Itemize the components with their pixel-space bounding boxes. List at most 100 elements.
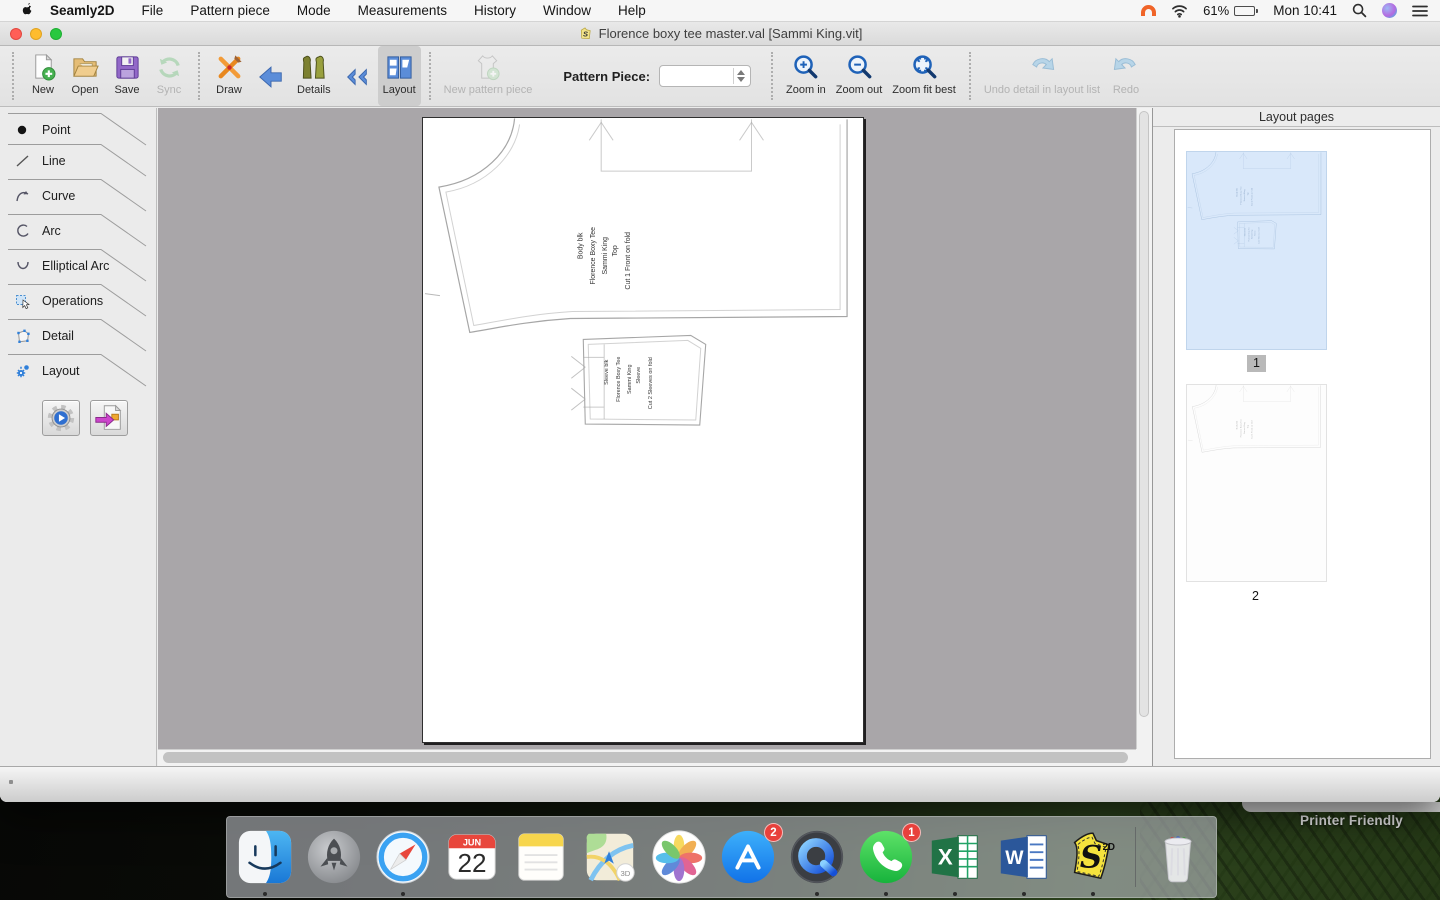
dock-finder-icon[interactable] [234, 826, 296, 888]
toolbar-separator [12, 52, 14, 100]
new-button[interactable]: New [22, 46, 64, 106]
spotlight-search-icon[interactable] [1352, 3, 1367, 18]
notification-center-icon[interactable] [1412, 4, 1428, 18]
undo-arrow-icon [1027, 51, 1056, 83]
sidebar-item-arc[interactable]: Arc [0, 213, 156, 248]
horizontal-scrollbar[interactable] [158, 749, 1136, 766]
save-button[interactable]: Save [106, 46, 148, 106]
open-button[interactable]: Open [64, 46, 106, 106]
sleeve-pattern-piece [571, 335, 705, 425]
new-pattern-piece-icon [473, 51, 502, 83]
battery-indicator[interactable]: 61% [1203, 3, 1258, 18]
combobox-stepper[interactable] [733, 68, 748, 84]
sidebar-item-line[interactable]: Line [0, 143, 156, 178]
wallpaper-gray-strip [1242, 802, 1440, 812]
menu-pattern-piece[interactable]: Pattern piece [190, 3, 270, 18]
layout-settings-button[interactable] [42, 400, 80, 436]
running-indicator [263, 892, 267, 896]
menu-mode[interactable]: Mode [297, 3, 331, 18]
export-document-icon [93, 402, 125, 434]
minimize-window-button[interactable] [30, 28, 42, 40]
svg-text:S: S [583, 29, 588, 38]
page-1-label[interactable]: 1 [1247, 355, 1266, 372]
arc-icon [14, 223, 32, 239]
svg-text:W: W [1005, 848, 1024, 869]
status-bar [0, 766, 1440, 802]
menu-bar: Seamly2D File Pattern piece Mode Measure… [0, 0, 1440, 22]
dock-calendar-icon[interactable]: JUN 22 [441, 826, 503, 888]
layout-mode-button[interactable]: Layout [378, 46, 421, 106]
zoom-out-button[interactable]: Zoom out [831, 46, 887, 106]
back-arrow-button[interactable] [250, 46, 292, 106]
dock-quicktime-icon[interactable] [786, 826, 848, 888]
zoom-in-button[interactable]: Zoom in [781, 46, 831, 106]
close-window-button[interactable] [10, 28, 22, 40]
layout-page-thumbnail-1[interactable] [1186, 151, 1327, 350]
siri-icon[interactable] [1382, 3, 1397, 18]
page-2-label[interactable]: 2 [1252, 589, 1259, 603]
details-mode-button[interactable]: Details [292, 46, 336, 106]
zoom-window-button[interactable] [50, 28, 62, 40]
sidebar-item-detail[interactable]: Detail [0, 318, 156, 353]
dock-app-store-icon[interactable]: 2 [717, 826, 779, 888]
sync-button: Sync [148, 46, 190, 106]
dock-photos-icon[interactable] [648, 826, 710, 888]
svg-text:X: X [938, 845, 953, 870]
sidebar-item-layout[interactable]: Layout [0, 353, 156, 388]
body-pattern-piece [425, 118, 847, 332]
seamly2d-window: S Florence boxy tee master.val [Sammi Ki… [0, 22, 1440, 802]
menu-window[interactable]: Window [543, 3, 591, 18]
skip-back-arrow-button[interactable] [336, 46, 378, 106]
sidebar-item-point[interactable]: Point [0, 112, 156, 147]
apple-menu[interactable] [18, 3, 32, 19]
menu-measurements[interactable]: Measurements [358, 3, 447, 18]
draw-scissors-pencil-icon [215, 51, 244, 83]
sync-icon [155, 51, 184, 83]
menu-file[interactable]: File [142, 3, 164, 18]
sidebar-item-operations[interactable]: Operations [0, 283, 156, 318]
gear-play-icon [45, 402, 77, 434]
layout-pages-header[interactable]: Layout pages [1153, 108, 1440, 127]
dock-word-icon[interactable]: W [993, 826, 1055, 888]
dock-safari-icon[interactable] [372, 826, 434, 888]
battery-icon [1234, 6, 1258, 16]
chevron-down-icon [737, 77, 745, 82]
export-layout-button[interactable] [90, 400, 128, 436]
layout-canvas[interactable] [158, 108, 1152, 766]
operations-icon [14, 293, 32, 309]
menu-history[interactable]: History [474, 3, 516, 18]
menu-help[interactable]: Help [618, 3, 646, 18]
wallpaper-text: Printer Friendly [1300, 813, 1403, 828]
zoom-fit-best-button[interactable]: Zoom fit best [887, 46, 961, 106]
dock-notes-icon[interactable] [510, 826, 572, 888]
dock-whatsapp-icon[interactable]: 1 [855, 826, 917, 888]
draw-mode-button[interactable]: Draw [208, 46, 250, 106]
vertical-scrollbar-thumb[interactable] [1139, 111, 1149, 717]
horizontal-scrollbar-thumb[interactable] [163, 752, 1128, 763]
layout-page-sheet [422, 117, 864, 743]
dock-seamly2d-icon[interactable]: S 2D [1062, 826, 1124, 888]
toolbar-separator [198, 52, 200, 100]
open-folder-icon [71, 51, 100, 83]
undo-button: Undo detail in layout list [979, 46, 1105, 106]
menubar-app-arch-icon[interactable] [1141, 5, 1156, 16]
wifi-icon[interactable] [1171, 3, 1188, 18]
running-indicator [401, 892, 405, 896]
layout-page-thumbnail-2[interactable] [1186, 384, 1327, 582]
title-bar[interactable]: S Florence boxy tee master.val [Sammi Ki… [0, 22, 1440, 46]
dock-launchpad-icon[interactable] [303, 826, 365, 888]
sidebar-item-elliptical-arc[interactable]: Elliptical Arc [0, 248, 156, 283]
zoom-fit-best-icon [910, 51, 939, 83]
sidebar-item-curve[interactable]: Curve [0, 178, 156, 213]
dock-maps-icon[interactable]: 3D [579, 826, 641, 888]
running-indicator [953, 892, 957, 896]
running-indicator [1091, 892, 1095, 896]
layout-gears-icon [14, 363, 32, 379]
menubar-clock[interactable]: Mon 10:41 [1273, 3, 1337, 18]
pattern-pieces-drawing [423, 118, 863, 742]
vertical-scrollbar[interactable] [1136, 108, 1152, 749]
dock-trash-icon[interactable] [1147, 826, 1209, 888]
dock-excel-icon[interactable]: X [924, 826, 986, 888]
pattern-piece-combobox[interactable] [659, 65, 751, 87]
menubar-app-name[interactable]: Seamly2D [50, 3, 115, 18]
